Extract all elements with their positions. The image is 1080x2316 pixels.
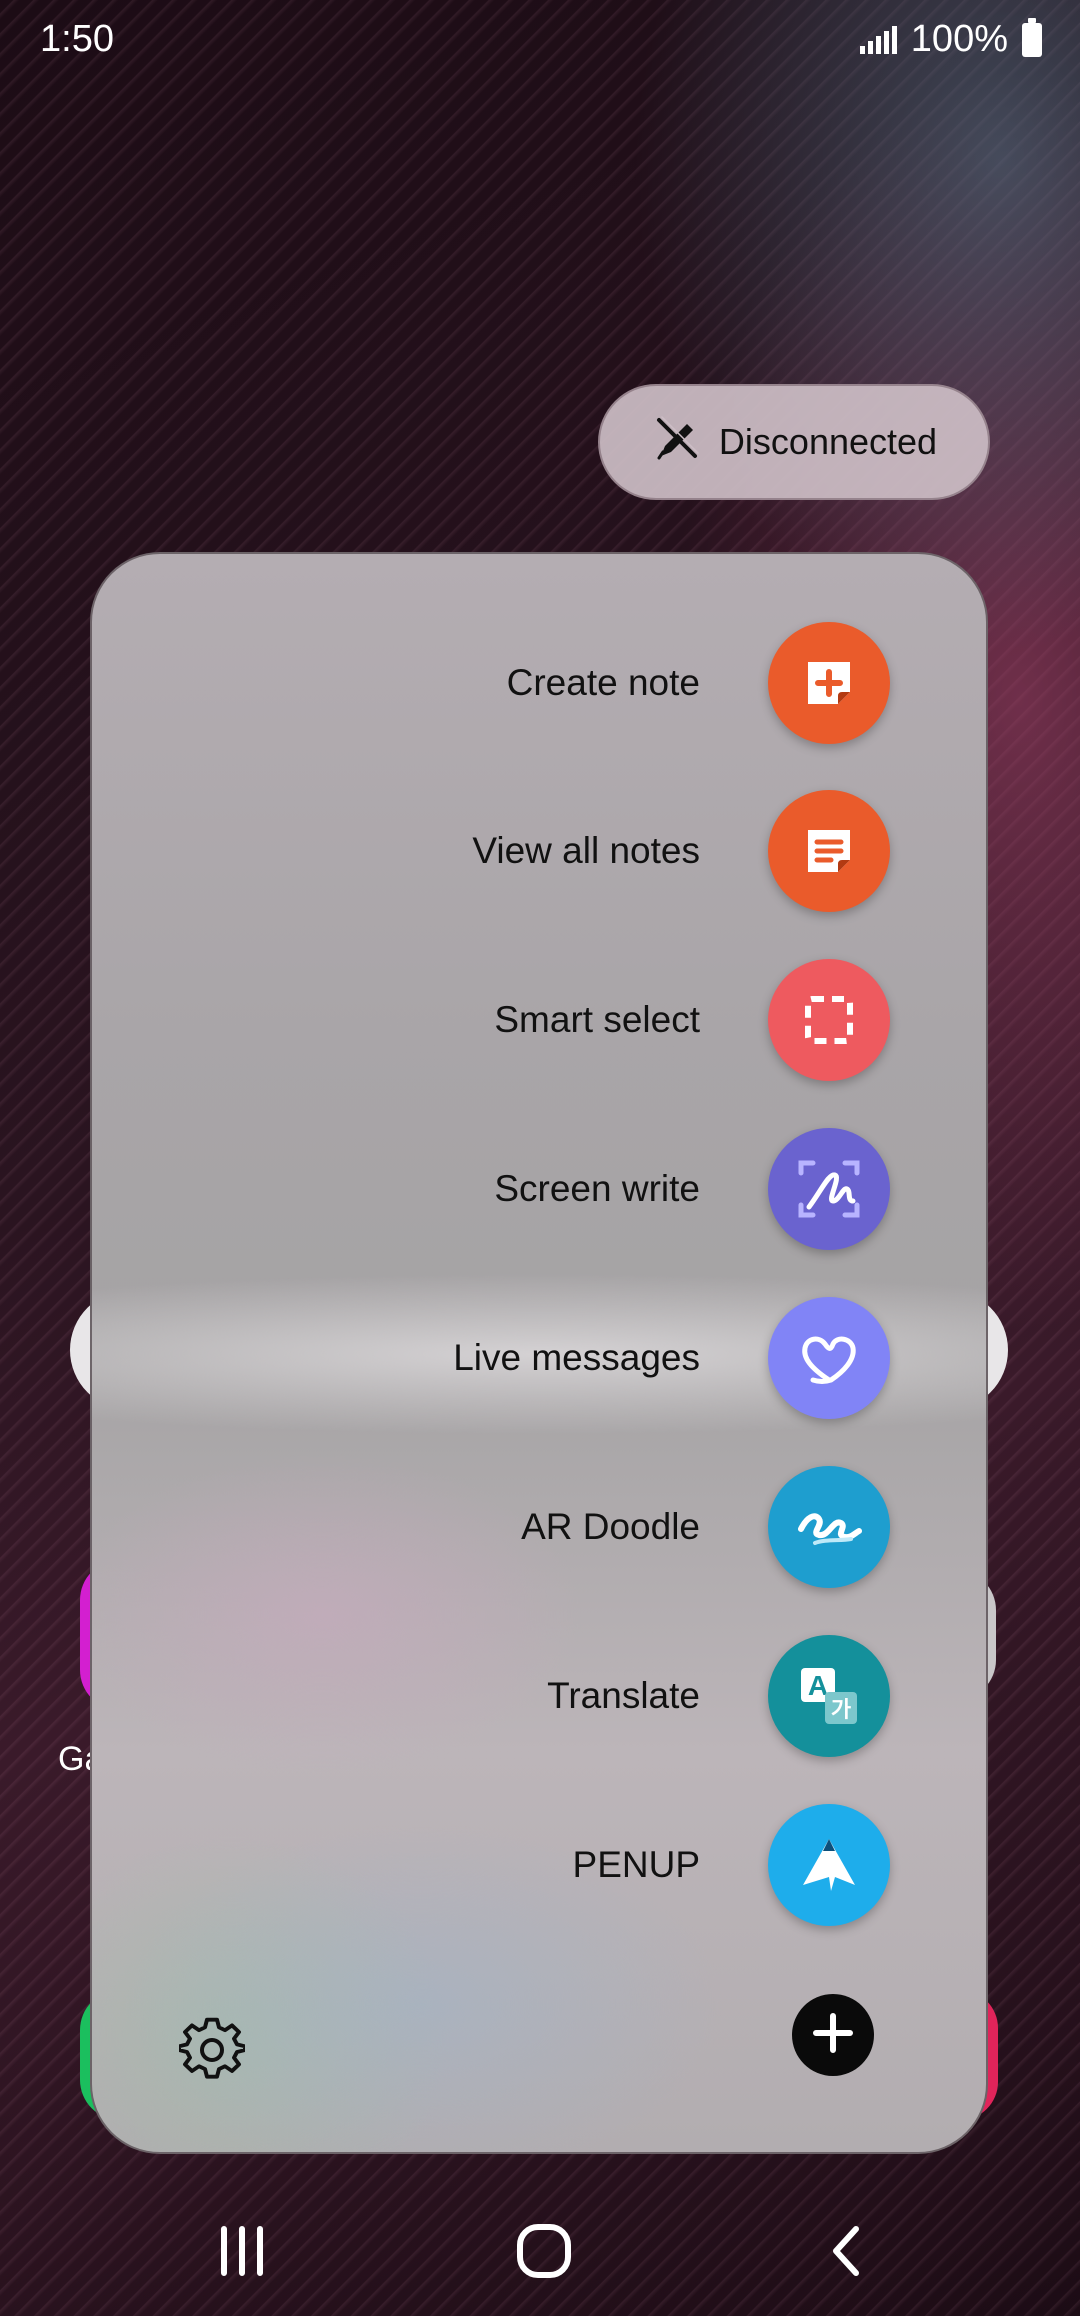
menu-item-screen-write[interactable]: Screen write [494, 1128, 890, 1250]
navigation-bar [0, 2190, 1080, 2316]
menu-item-label: Create note [506, 662, 700, 703]
settings-button[interactable] [172, 2012, 252, 2092]
smart-select-icon [768, 959, 890, 1081]
home-icon [514, 2221, 574, 2286]
menu-item-label: AR Doodle [521, 1506, 700, 1547]
screen-write-icon [768, 1128, 890, 1250]
pen-status-label: Disconnected [718, 421, 938, 462]
battery-percent: 100% [910, 18, 1008, 60]
status-indicators: 100% [859, 17, 1042, 61]
back-icon [824, 2223, 868, 2284]
menu-item-view-all-notes[interactable]: View all notes [472, 790, 890, 912]
menu-item-label: PENUP [572, 1844, 700, 1885]
status-bar: 1:50 100% [0, 0, 1080, 84]
svg-text:가: 가 [831, 1698, 851, 1723]
menu-item-create-note[interactable]: Create note [507, 622, 890, 744]
menu-item-label: View all notes [472, 830, 700, 871]
ar-doodle-icon [768, 1466, 890, 1588]
battery-icon [1022, 17, 1042, 57]
live-messages-icon [768, 1297, 890, 1419]
add-shortcut-button[interactable] [792, 1994, 874, 2076]
home-button[interactable] [504, 2220, 584, 2286]
view-all-notes-icon [768, 790, 890, 912]
menu-item-live-messages[interactable]: Live messages [453, 1297, 890, 1419]
penup-icon [768, 1804, 890, 1926]
recents-button[interactable] [202, 2220, 282, 2286]
air-command-panel: Create note View all notes Smart select [90, 552, 988, 2154]
create-note-icon [768, 622, 890, 744]
menu-item-label: Smart select [494, 999, 700, 1040]
menu-item-smart-select[interactable]: Smart select [494, 959, 890, 1081]
status-time: 1:50 [40, 18, 114, 60]
pen-status-pill: Disconnected [598, 384, 990, 500]
menu-item-ar-doodle[interactable]: AR Doodle [521, 1466, 890, 1588]
menu-item-label: Live messages [453, 1337, 700, 1378]
back-button[interactable] [806, 2220, 886, 2286]
translate-icon: A 가 [768, 1635, 890, 1757]
menu-item-translate[interactable]: Translate A 가 [547, 1635, 890, 1757]
signal-icon [859, 25, 897, 54]
pen-disconnected-icon [651, 412, 703, 473]
menu-item-label: Translate [547, 1675, 700, 1716]
gear-icon [177, 2017, 247, 2088]
menu-item-label: Screen write [494, 1168, 700, 1209]
add-icon [810, 2010, 856, 2061]
recents-icon [214, 2225, 270, 2282]
menu-item-penup[interactable]: PENUP [573, 1804, 890, 1926]
